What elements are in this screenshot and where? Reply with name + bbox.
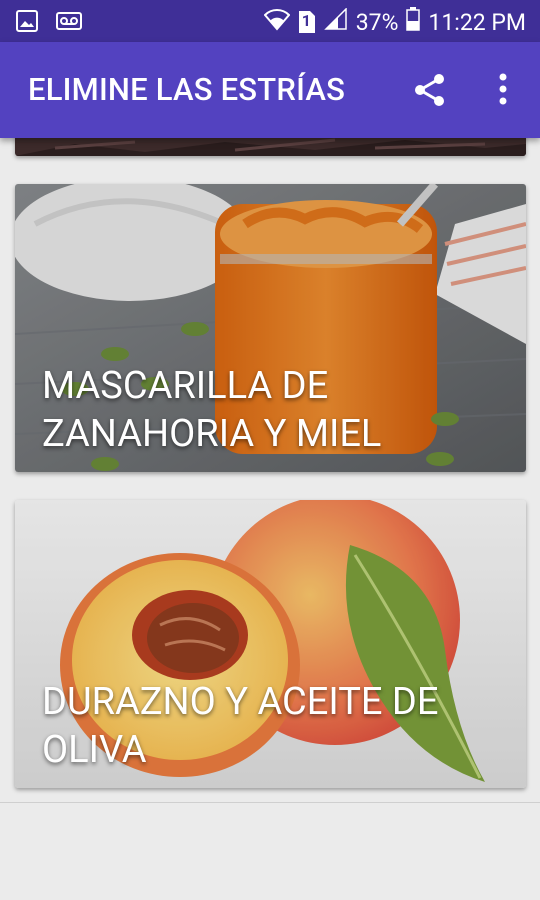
recipe-card-caption: MASCARILLA DE ZANAHORIA Y MIEL — [42, 364, 382, 456]
recipe-card[interactable]: MASCARILLA DE ZANAHORIA Y MIEL — [15, 184, 526, 472]
sim-icon: 1 — [298, 10, 316, 34]
battery-icon — [406, 7, 421, 37]
more-vert-icon — [499, 73, 507, 105]
recipe-card[interactable]: DURAZNO Y ACEITE DE OLIVA — [15, 500, 526, 788]
wifi-icon — [263, 7, 291, 37]
overflow-menu-button[interactable] — [493, 71, 513, 111]
app-bar: ELIMINE LAS ESTRÍAS — [0, 42, 540, 138]
list-bottom-divider — [0, 802, 540, 803]
share-icon — [415, 74, 444, 106]
battery-percent: 37% — [355, 8, 399, 36]
image-icon — [16, 10, 38, 36]
voicemail-icon — [56, 10, 82, 36]
sim-slot-label: 1 — [301, 11, 311, 30]
clock: 11:22 PM — [428, 8, 526, 36]
app-title: ELIMINE LAS ESTRÍAS — [28, 71, 346, 108]
share-button[interactable] — [412, 72, 448, 112]
signal-icon — [323, 7, 348, 36]
status-bar: 1 37% 11:22 PM — [0, 0, 540, 42]
recipe-card-caption: DURAZNO Y ACEITE DE OLIVA — [42, 680, 439, 772]
